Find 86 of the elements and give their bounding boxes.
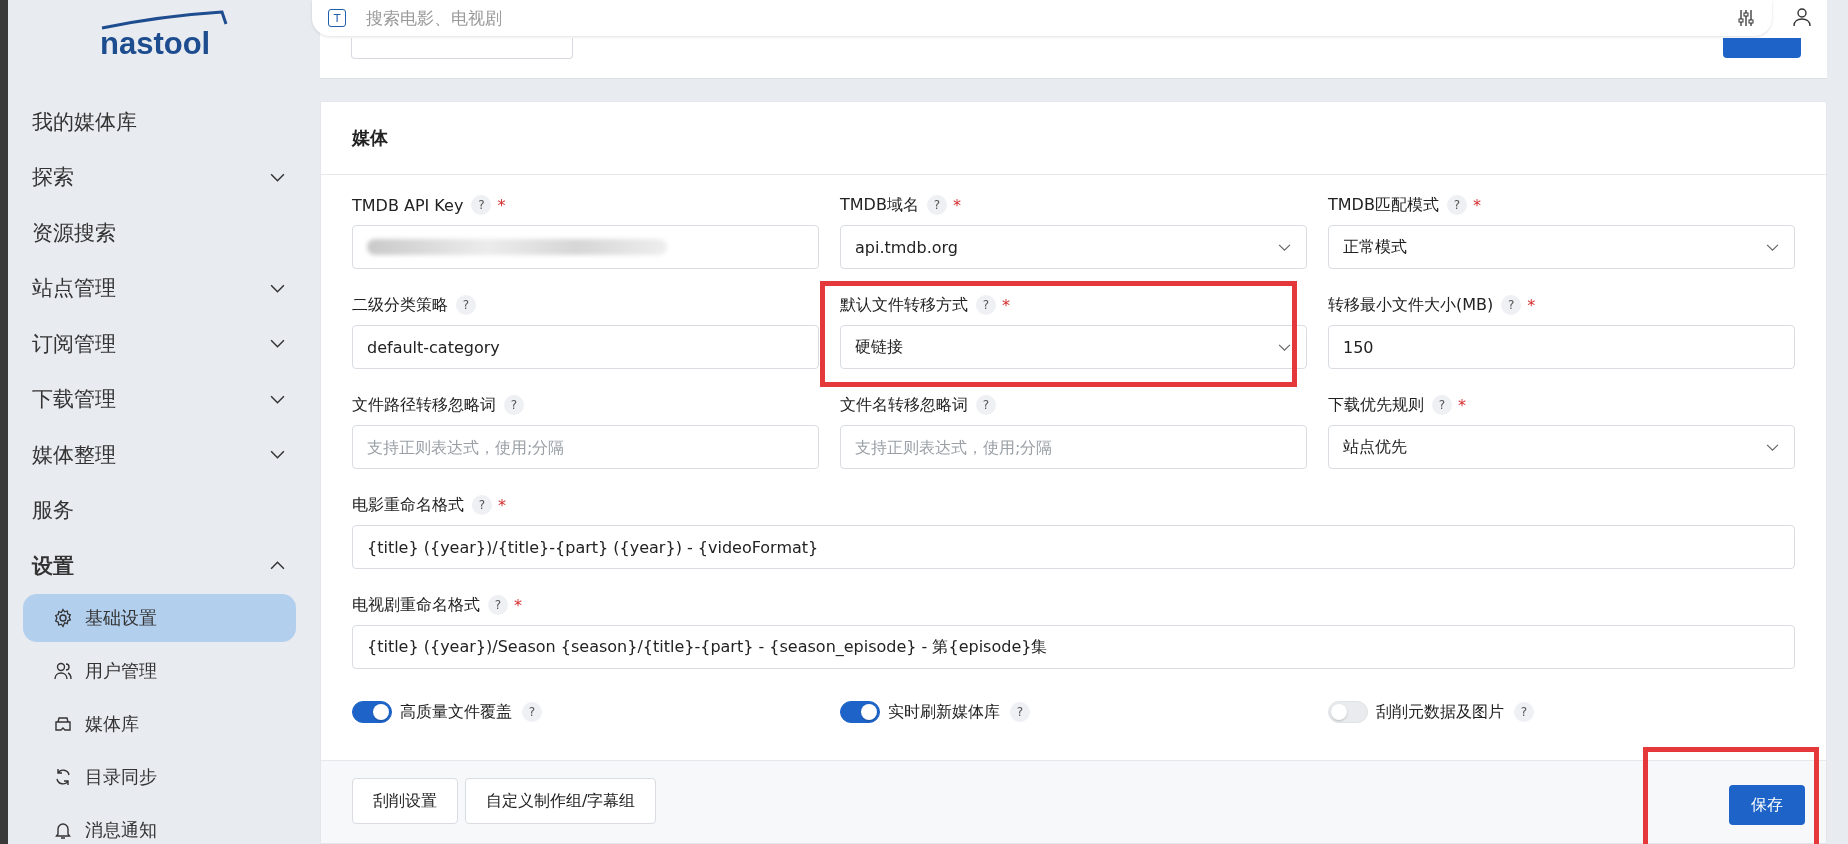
prefix-badge: T xyxy=(328,9,346,27)
secondary-button[interactable]: 刮削设置 xyxy=(352,778,458,824)
field-label: 二级分类策略 xyxy=(352,294,448,316)
nav-subitem[interactable]: 目录同步 xyxy=(23,752,296,801)
help-icon[interactable]: ? xyxy=(504,395,524,415)
nav-subitem[interactable]: 用户管理 xyxy=(23,646,296,695)
section-title: 媒体 xyxy=(352,126,388,150)
chevron-icon xyxy=(269,560,286,572)
nav-item[interactable]: 订阅管理 xyxy=(16,316,296,372)
chevron-icon xyxy=(269,449,286,461)
field-label: 电视剧重命名格式 xyxy=(352,594,480,616)
chevron-icon xyxy=(1765,442,1780,452)
input-field[interactable] xyxy=(351,38,573,59)
required-mark: * xyxy=(1458,395,1466,415)
chevron-icon xyxy=(269,171,286,183)
chevron-icon xyxy=(269,282,286,294)
search-field[interactable]: 搜索电影、电视剧 xyxy=(364,7,1736,29)
user-icon[interactable] xyxy=(1792,6,1812,28)
nav-item[interactable]: 媒体整理 xyxy=(16,427,296,483)
nav-item[interactable]: 我的媒体库 xyxy=(16,94,296,150)
field-label: 文件路径转移忽略词 xyxy=(352,394,496,416)
nav-item[interactable]: 探索 xyxy=(16,149,296,205)
help-icon[interactable]: ? xyxy=(976,395,996,415)
nav-subitem[interactable]: 媒体库 xyxy=(23,699,296,748)
nav-subitem[interactable]: 基础设置 xyxy=(23,593,296,642)
input-field[interactable] xyxy=(352,225,819,269)
required-mark: * xyxy=(514,595,522,615)
required-mark: * xyxy=(952,195,961,215)
toggle-switch[interactable] xyxy=(352,701,392,723)
field-label: 电影重命名格式 xyxy=(352,494,464,516)
help-icon[interactable]: ? xyxy=(976,295,996,315)
help-icon[interactable]: ? xyxy=(472,495,492,515)
chevron-icon xyxy=(1277,242,1292,252)
help-icon[interactable]: ? xyxy=(926,195,947,215)
chevron-icon xyxy=(1277,342,1292,352)
help-icon[interactable]: ? xyxy=(1010,702,1030,722)
field-label: 文件名转移忽略词 xyxy=(840,394,968,416)
toggle-switch[interactable] xyxy=(840,701,880,723)
input-field[interactable]: {title} ({year})/Season {season}/{title}-{part} - {season_episode} - 第{episode}集 xyxy=(352,625,1795,669)
chevron-icon xyxy=(1765,242,1780,252)
required-mark: * xyxy=(1472,195,1481,215)
gear-icon xyxy=(53,607,73,628)
field-label: TMDB匹配模式 xyxy=(1328,194,1439,216)
field-label: TMDB API Key xyxy=(352,195,464,215)
help-icon[interactable]: ? xyxy=(456,295,476,315)
toggle-label: 刮削元数据及图片 xyxy=(1376,701,1504,723)
nav-item[interactable]: 设置 xyxy=(16,538,296,594)
required-mark: * xyxy=(1527,295,1536,315)
required-mark: * xyxy=(498,495,506,515)
logo: nastool xyxy=(90,6,240,64)
users-icon xyxy=(53,660,73,681)
filter-icon[interactable] xyxy=(1736,8,1756,28)
chevron-icon xyxy=(269,338,286,350)
sync-icon xyxy=(53,766,73,787)
nav-subitem[interactable]: 消息通知 xyxy=(23,805,296,844)
secondary-button[interactable]: 自定义制作组/字幕组 xyxy=(465,778,657,824)
field-label: 转移最小文件大小(MB) xyxy=(1328,294,1494,316)
nav-item[interactable]: 资源搜索 xyxy=(16,205,296,261)
input-field[interactable]: default-category xyxy=(352,325,819,369)
required-mark: * xyxy=(1002,295,1010,315)
help-icon[interactable]: ? xyxy=(1501,295,1522,315)
toggle-label: 实时刷新媒体库 xyxy=(888,701,1000,723)
input-field[interactable]: 支持正则表达式，使用;分隔 xyxy=(352,425,819,469)
input-field[interactable]: 150 xyxy=(1328,325,1795,369)
nav-item[interactable]: 服务 xyxy=(16,482,296,538)
help-icon[interactable]: ? xyxy=(488,595,508,615)
required-mark: * xyxy=(497,195,506,215)
help-icon[interactable]: ? xyxy=(471,195,492,215)
select-field[interactable]: 硬链接 xyxy=(840,325,1307,369)
field-label: TMDB域名 xyxy=(840,194,919,216)
input-field[interactable]: 支持正则表达式，使用;分隔 xyxy=(840,425,1307,469)
chevron-icon xyxy=(269,393,286,405)
field-label: 下载优先规则 xyxy=(1328,394,1424,416)
help-icon[interactable]: ? xyxy=(1432,395,1452,415)
nav-item[interactable]: 站点管理 xyxy=(16,260,296,316)
field-label: 默认文件转移方式 xyxy=(840,294,968,316)
help-icon[interactable]: ? xyxy=(522,702,542,722)
input-field[interactable]: {title} ({year})/{title}-{part} ({year}) - {videoFormat} xyxy=(352,525,1795,569)
toggle-label: 高质量文件覆盖 xyxy=(400,701,512,723)
nav-item[interactable]: 下载管理 xyxy=(16,371,296,427)
help-icon[interactable]: ? xyxy=(1446,195,1467,215)
help-icon[interactable]: ? xyxy=(1514,702,1534,722)
select-field[interactable]: 站点优先 xyxy=(1328,425,1795,469)
save-button[interactable]: 保存 xyxy=(1729,785,1805,825)
select-field[interactable]: 正常模式 xyxy=(1328,225,1795,269)
select-field[interactable]: api.tmdb.org xyxy=(840,225,1307,269)
